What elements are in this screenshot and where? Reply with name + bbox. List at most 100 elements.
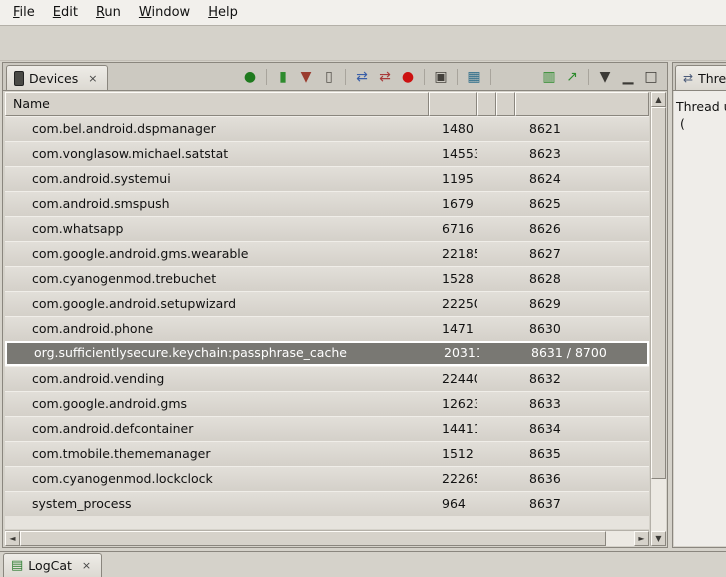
maximize-icon[interactable]: □ (641, 67, 661, 87)
toolbar-separator (345, 69, 346, 85)
empty-cell (496, 417, 515, 441)
menu-help[interactable]: Help (199, 2, 247, 23)
threads-message-line1: Thread up (676, 98, 726, 115)
update-threads-icon[interactable]: ⇄ (352, 67, 372, 87)
process-port: 8628 (515, 267, 649, 291)
process-port: 8636 (515, 467, 649, 491)
empty-cell (477, 117, 496, 141)
process-pid: 12623 (429, 392, 477, 416)
process-name: com.android.smspush (5, 192, 429, 216)
scroll-down-icon[interactable]: ▼ (651, 531, 666, 546)
tab-devices[interactable]: Devices × (6, 65, 108, 90)
empty-cell (477, 217, 496, 241)
process-pid: 1480 (429, 117, 477, 141)
minimize-icon[interactable]: ▁ (618, 67, 638, 87)
update-heap-icon[interactable]: ▮ (273, 67, 293, 87)
empty-cell (496, 117, 515, 141)
menu-run[interactable]: Run (87, 2, 130, 23)
process-pid: 14411 (429, 417, 477, 441)
table-row[interactable]: com.google.android.gms.wearable221858627 (5, 241, 649, 266)
empty-cell (496, 142, 515, 166)
tab-logcat[interactable]: ▤ LogCat × (3, 553, 102, 577)
table-row[interactable]: com.whatsapp67168626 (5, 216, 649, 241)
logcat-icon: ▤ (11, 559, 23, 572)
vertical-scrollbar[interactable]: ▲ ▼ (650, 92, 666, 546)
table-row[interactable]: system_process9648637 (5, 491, 649, 516)
table-row[interactable]: com.android.defcontainer144118634 (5, 416, 649, 441)
menu-edit[interactable]: Edit (44, 2, 87, 23)
devices-tabbar: Devices × ●▮▼▯⇄⇄●▣▦▥↗▼▁□ (3, 63, 667, 91)
debug-process-icon[interactable]: ● (240, 67, 260, 87)
cause-gc-icon[interactable]: ▯ (319, 67, 339, 87)
process-port: 8631 / 8700 (517, 343, 647, 364)
table-row[interactable]: com.google.android.setupwizard222508629 (5, 291, 649, 316)
table-row[interactable]: com.android.vending224408632 (5, 366, 649, 391)
column-header-2[interactable] (477, 92, 496, 116)
process-port: 8626 (515, 217, 649, 241)
vscrollbar-thumb[interactable] (651, 107, 666, 479)
menu-file[interactable]: File (4, 2, 44, 23)
table-row[interactable]: com.android.systemui11958624 (5, 166, 649, 191)
empty-cell (477, 292, 496, 316)
process-port: 8625 (515, 192, 649, 216)
empty-cell (496, 317, 515, 341)
scroll-left-icon[interactable]: ◄ (5, 531, 20, 546)
empty-cell (496, 367, 515, 391)
horizontal-scrollbar[interactable]: ◄ ► (5, 530, 649, 546)
table-row[interactable]: org.sufficientlysecure.keychain:passphra… (5, 341, 649, 366)
process-pid: 6716 (429, 217, 477, 241)
empty-cell (477, 317, 496, 341)
empty-cell (477, 142, 496, 166)
hscrollbar-thumb[interactable] (20, 531, 606, 546)
process-name: com.google.android.gms (5, 392, 429, 416)
table-row[interactable]: com.vonglasow.michael.satstat145538623 (5, 141, 649, 166)
table-row[interactable]: com.google.android.gms12623 8633 (5, 391, 649, 416)
close-icon[interactable]: × (85, 72, 100, 85)
empty-cell (496, 467, 515, 491)
threads-message-line2: ( (676, 115, 726, 132)
stop-threads-icon[interactable]: ⇄ (375, 67, 395, 87)
process-pid: 22185 (429, 242, 477, 266)
empty-cell (477, 192, 496, 216)
table-row[interactable]: com.cyanogenmod.trebuchet15288628 (5, 266, 649, 291)
scroll-up-icon[interactable]: ▲ (651, 92, 666, 107)
process-port: 8630 (515, 317, 649, 341)
process-port: 8624 (515, 167, 649, 191)
close-icon[interactable]: × (79, 559, 94, 572)
empty-cell (496, 167, 515, 191)
column-header-3[interactable] (496, 92, 515, 116)
table-row[interactable]: com.android.phone14718630 (5, 316, 649, 341)
threads-icon: ⇄ (683, 71, 693, 85)
stop-process-icon[interactable]: ● (398, 67, 418, 87)
table-row[interactable]: com.android.smspush16798625 (5, 191, 649, 216)
table-row[interactable]: com.tmobile.thememanager15128635 (5, 441, 649, 466)
column-header-port[interactable] (515, 92, 649, 116)
process-name: com.cyanogenmod.trebuchet (5, 267, 429, 291)
empty-cell (498, 343, 517, 364)
view-hierarchy-icon[interactable]: ▦ (464, 67, 484, 87)
dump-hprof-icon[interactable]: ▼ (296, 67, 316, 87)
process-port: 8633 (515, 392, 649, 416)
main-toolbar (0, 27, 726, 61)
column-header-pid[interactable] (429, 92, 477, 116)
threads-message: Thread up ( (674, 91, 726, 546)
empty-cell (477, 267, 496, 291)
process-port: 8627 (515, 242, 649, 266)
tab-threads[interactable]: ⇄ Threa (675, 65, 726, 90)
scroll-right-icon[interactable]: ► (634, 531, 649, 546)
screen-capture-icon[interactable]: ▣ (431, 67, 451, 87)
process-pid: 22440 (429, 367, 477, 391)
process-port: 8629 (515, 292, 649, 316)
device-table-body: com.bel.android.dspmanager14808621com.vo… (5, 116, 649, 529)
profiling-bars-icon[interactable]: ▥ (539, 67, 559, 87)
process-name: com.android.defcontainer (5, 417, 429, 441)
table-row[interactable]: com.cyanogenmod.lockclock222658636 (5, 466, 649, 491)
column-header-name[interactable]: Name (5, 92, 429, 116)
table-row[interactable]: com.bel.android.dspmanager14808621 (5, 116, 649, 141)
toolbar-separator (266, 69, 267, 85)
empty-cell (496, 392, 515, 416)
menu-window[interactable]: Window (130, 2, 199, 23)
view-menu-icon[interactable]: ▼ (595, 67, 615, 87)
profiling-arrow-icon[interactable]: ↗ (562, 67, 582, 87)
empty-cell (496, 442, 515, 466)
